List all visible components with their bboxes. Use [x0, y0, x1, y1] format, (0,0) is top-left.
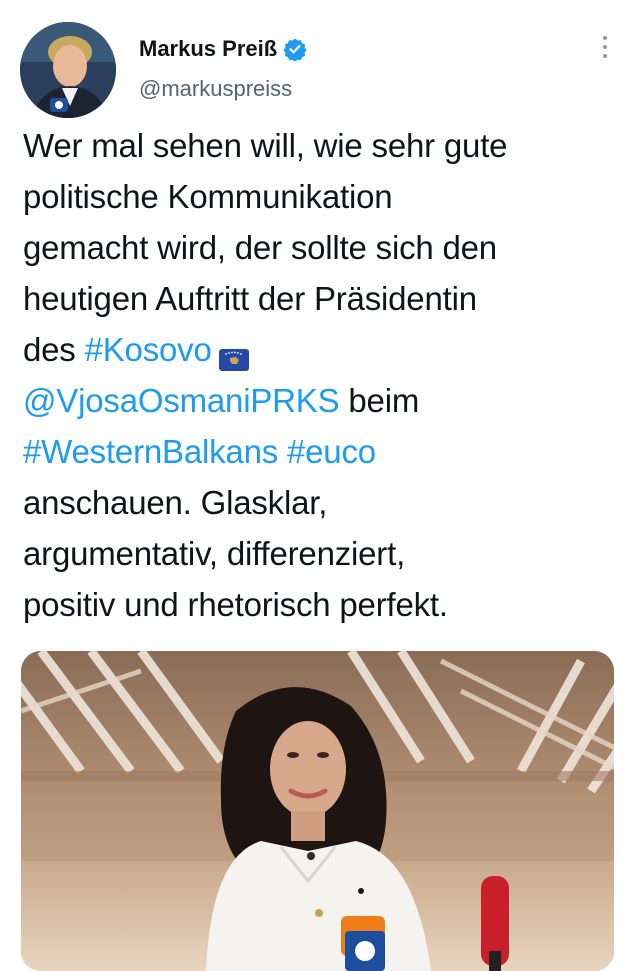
tweet-text-line: anschauen. Glasklar,: [23, 477, 623, 528]
tweet-text-segment: gemacht wird, der sollte sich den: [23, 229, 497, 266]
tweet-text-segment: Wer mal sehen will, wie sehr gute: [23, 127, 508, 164]
tweet-text-segment: des: [23, 331, 85, 368]
tweet-text-segment: argumentativ, differenziert,: [23, 535, 406, 572]
author-avatar[interactable]: [20, 22, 116, 118]
author-display-name[interactable]: Markus Preiß: [139, 36, 277, 62]
hashtag-link[interactable]: #WesternBalkans: [23, 433, 278, 470]
tweet-text-segment: politische Kommunikation: [23, 178, 393, 215]
author-handle[interactable]: @markuspreiss: [139, 76, 292, 102]
tweet-text: Wer mal sehen will, wie sehr gute politis…: [23, 120, 623, 630]
mention-link[interactable]: @VjosaOsmaniPRKS: [23, 382, 340, 419]
more-dot: [603, 54, 607, 58]
tweet-text-line: Wer mal sehen will, wie sehr gute: [23, 120, 623, 171]
tweet-text-line: des #Kosovo: [23, 324, 623, 375]
tweet-text-segment: beim: [339, 382, 420, 419]
tweet-text-segment: heutigen Auftritt der Präsidentin: [23, 280, 477, 317]
more-dot: [603, 45, 607, 49]
hashtag-link[interactable]: #euco: [287, 433, 376, 470]
author-name-row: Markus Preiß: [139, 36, 307, 62]
tweet-text-line: gemacht wird, der sollte sich den: [23, 222, 623, 273]
tweet-text-segment: positiv und rhetorisch perfekt.: [23, 586, 448, 623]
more-options-icon[interactable]: [601, 36, 609, 58]
tweet-text-line: @VjosaOsmaniPRKS beim: [23, 375, 623, 426]
tweet-text-line: positiv und rhetorisch perfekt.: [23, 579, 623, 630]
kosovo-flag-icon: [218, 336, 250, 372]
tweet-text-segment: [278, 433, 287, 470]
tweet-text-line: politische Kommunikation: [23, 171, 623, 222]
hashtag-link[interactable]: #Kosovo: [85, 331, 212, 368]
tweet-text-line: argumentativ, differenziert,: [23, 528, 623, 579]
verified-badge-icon: [283, 37, 307, 62]
tweet-text-line: heutigen Auftritt der Präsidentin: [23, 273, 623, 324]
tweet-text-segment: anschauen. Glasklar,: [23, 484, 328, 521]
tweet-media-photo[interactable]: [21, 651, 614, 971]
tweet-text-line: #WesternBalkans #euco: [23, 426, 623, 477]
more-dot: [603, 36, 607, 40]
